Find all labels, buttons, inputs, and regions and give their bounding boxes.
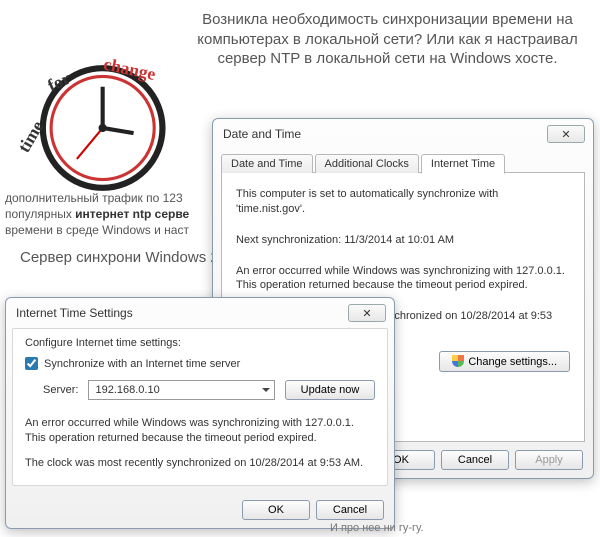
clock-illustration: time for change [15,30,180,195]
ok-button[interactable]: OK [242,500,310,520]
cancel-button[interactable]: Cancel [441,450,509,470]
footer-fragment: И про нее ни гу-гу. [330,522,424,534]
server-combobox[interactable]: 192.168.0.10 [88,380,275,400]
article-body-fragment: дополнительный трафик по 123 популярных … [5,190,189,239]
window-title: Date and Time [223,127,301,141]
sync-checkbox-label: Synchronize with an Internet time server [44,358,240,370]
sync-checkbox-row[interactable]: Synchronize with an Internet time server [25,357,375,370]
sync-error-text: An error occurred while Windows was sync… [236,264,570,294]
close-button[interactable]: ✕ [547,125,585,143]
tab-bar: Date and Time Additional Clocks Internet… [221,154,589,173]
window-title: Internet Time Settings [16,306,133,320]
article-headline: Возникла необходимость синхронизации вре… [190,10,585,69]
sync-checkbox[interactable] [25,357,38,370]
close-icon: ✕ [561,128,570,141]
sync-status-text: This computer is set to automatically sy… [236,187,570,217]
apply-button[interactable]: Apply [515,450,583,470]
last-sync-text: The clock was most recently synchronized… [25,456,375,471]
tab-additional-clocks[interactable]: Additional Clocks [315,154,419,173]
close-button[interactable]: ✕ [348,304,386,322]
server-label: Server: [43,384,78,396]
update-now-button[interactable]: Update now [285,380,375,400]
sync-error-text: An error occurred while Windows was sync… [25,416,375,446]
internet-time-settings-window: Internet Time Settings ✕ Configure Inter… [5,297,395,529]
change-settings-button[interactable]: Change settings... [439,351,570,372]
tab-internet-time[interactable]: Internet Time [421,154,505,174]
cancel-button[interactable]: Cancel [316,500,384,520]
shield-icon [452,355,464,367]
next-sync-text: Next synchronization: 11/3/2014 at 10:01… [236,233,570,248]
tab-date-time[interactable]: Date and Time [221,154,313,173]
configure-label: Configure Internet time settings: [25,337,375,349]
close-icon: ✕ [362,307,371,320]
